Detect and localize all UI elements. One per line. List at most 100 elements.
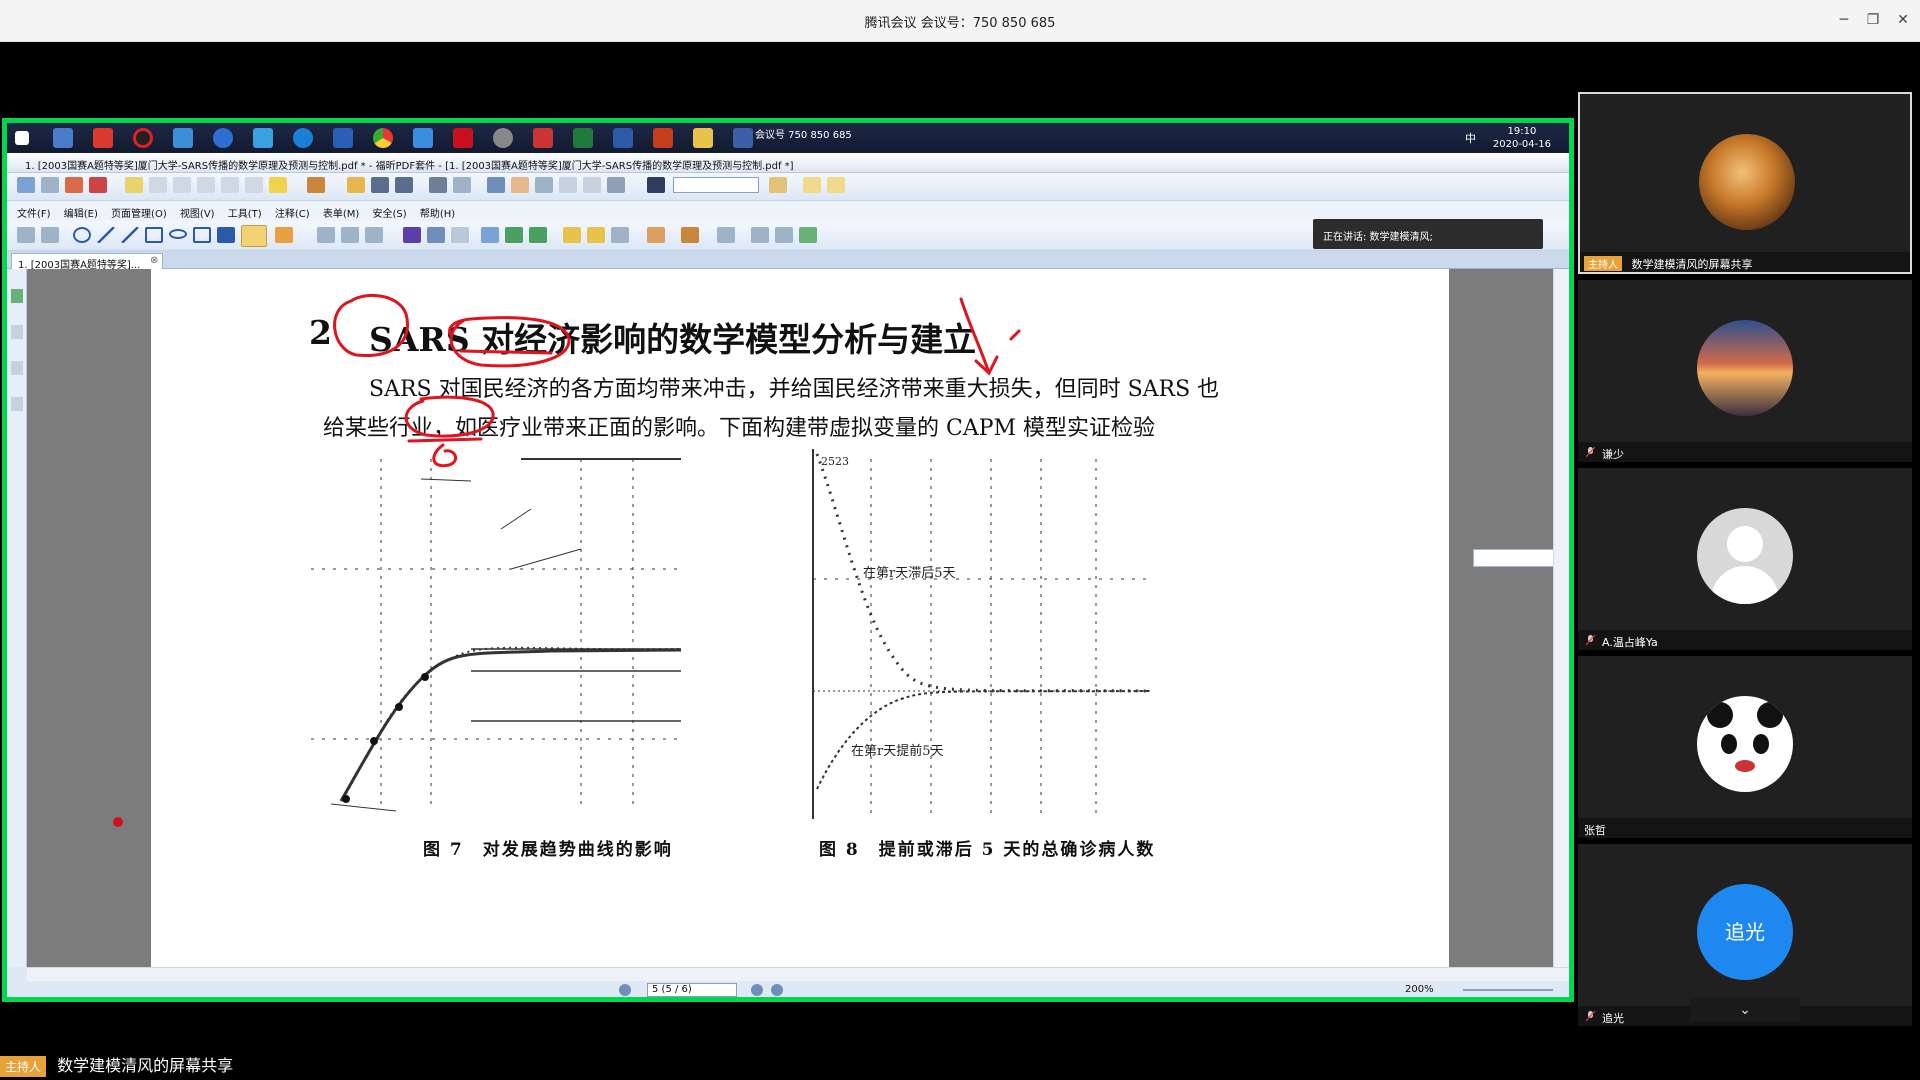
word-icon[interactable]: [613, 128, 633, 148]
app-icon[interactable]: [173, 128, 193, 148]
print-icon[interactable]: [429, 177, 447, 193]
toolbar-icon[interactable]: [827, 177, 845, 193]
toolbar-icon[interactable]: [487, 177, 505, 193]
eraser-tool-icon[interactable]: [275, 227, 293, 243]
windows-start-icon[interactable]: [15, 131, 29, 145]
last-page-icon[interactable]: [771, 984, 783, 996]
ellipse-tool-icon[interactable]: [169, 229, 187, 239]
zoom-tool-icon[interactable]: [535, 177, 553, 193]
ie-icon[interactable]: [293, 128, 313, 148]
toolbar-icon[interactable]: [529, 227, 547, 243]
pdf-page[interactable]: 2 SARS 对经济影响的数学模型分析与建立 SARS 对国民经济的各方面均带来…: [151, 269, 1449, 967]
menu-page[interactable]: 页面管理(O): [111, 205, 167, 220]
find-icon[interactable]: [647, 177, 665, 193]
meeting-icon[interactable]: [733, 128, 753, 148]
participant-card[interactable]: A.温占峰Ya: [1578, 468, 1912, 650]
toolbar-icon[interactable]: [403, 227, 421, 243]
redo-icon[interactable]: [451, 227, 469, 243]
save-all-icon[interactable]: [395, 177, 413, 193]
select-tool-icon[interactable]: [559, 177, 577, 193]
line-tool-icon[interactable]: [121, 227, 139, 243]
toolbar-icon[interactable]: [775, 227, 793, 243]
expand-chevron-down-icon[interactable]: ⌄: [1690, 998, 1800, 1022]
taskbar-clock[interactable]: 19:10 2020-04-16: [1493, 125, 1551, 151]
text-tool-icon[interactable]: [173, 177, 191, 193]
toolbar-icon[interactable]: [583, 177, 601, 193]
menu-view[interactable]: 视图(V): [180, 205, 215, 220]
toolbar-icon[interactable]: [751, 227, 769, 243]
arrow-tool-icon[interactable]: [97, 227, 115, 243]
toolbar-icon[interactable]: [17, 227, 35, 243]
excel-icon[interactable]: [573, 128, 593, 148]
measure-tool-icon[interactable]: [317, 227, 335, 243]
toolbar-icon[interactable]: [647, 227, 665, 243]
document-tab[interactable]: 1. [2003国赛A题特等奖]... ⊗: [11, 253, 164, 271]
menu-edit[interactable]: 编辑(E): [64, 205, 98, 220]
menu-form[interactable]: 表单(M): [323, 205, 359, 220]
app-icon[interactable]: [253, 128, 273, 148]
toolbar-icon[interactable]: [41, 227, 59, 243]
toolbar-icon[interactable]: [803, 177, 821, 193]
toolbar-icon[interactable]: [65, 177, 83, 193]
toolbar-icon[interactable]: [505, 227, 523, 243]
measure-tool-icon[interactable]: [341, 227, 359, 243]
acrobat-icon[interactable]: [453, 128, 473, 148]
participant-card[interactable]: 张哲: [1578, 656, 1912, 838]
toolbar-icon[interactable]: [563, 227, 581, 243]
pencil-tool-icon[interactable]: [241, 225, 267, 247]
toolbar-icon[interactable]: [769, 177, 787, 193]
browser-icon[interactable]: [213, 128, 233, 148]
minimize-button[interactable]: ─: [1833, 10, 1855, 30]
app-icon[interactable]: [333, 128, 353, 148]
toolbar-icon[interactable]: [453, 177, 471, 193]
menu-tools[interactable]: 工具(T): [228, 205, 262, 220]
app-icon[interactable]: [493, 128, 513, 148]
horizontal-scrollbar[interactable]: [27, 967, 1569, 981]
folder-icon[interactable]: [693, 128, 713, 148]
page-number-field[interactable]: 5 (5 / 6): [647, 983, 737, 997]
menu-file[interactable]: 文件(F): [17, 205, 51, 220]
undo-icon[interactable]: [427, 227, 445, 243]
stamp-icon[interactable]: [307, 177, 325, 193]
pages-icon[interactable]: [11, 325, 23, 339]
participant-card[interactable]: 主持人 数学建模清风的屏幕共享: [1578, 92, 1912, 274]
toolbar-icon[interactable]: [799, 227, 817, 243]
menu-help[interactable]: 帮助(H): [420, 205, 455, 220]
toolbar-icon[interactable]: [481, 227, 499, 243]
text-tool-icon[interactable]: [125, 177, 143, 193]
powerpoint-icon[interactable]: [653, 128, 673, 148]
computer-icon[interactable]: [53, 128, 73, 148]
circle-tool-icon[interactable]: [73, 227, 91, 243]
toolbar-icon[interactable]: [717, 227, 735, 243]
hand-tool-icon[interactable]: [511, 177, 529, 193]
toolbar-icon[interactable]: [611, 227, 629, 243]
open-folder-icon[interactable]: [347, 177, 365, 193]
chrome-icon[interactable]: [373, 128, 393, 148]
search-input[interactable]: [673, 177, 759, 193]
ime-indicator[interactable]: 中: [1465, 130, 1476, 146]
toolbar-icon[interactable]: [17, 177, 35, 193]
participant-card[interactable]: 谦少: [1578, 280, 1912, 462]
layers-icon[interactable]: [11, 361, 23, 375]
text-tool-icon[interactable]: [149, 177, 167, 193]
cloud-tool-icon[interactable]: [217, 227, 235, 243]
bookmark-icon[interactable]: [11, 289, 23, 303]
document-area[interactable]: 2 SARS 对经济影响的数学模型分析与建立 SARS 对国民经济的各方面均带来…: [27, 269, 1569, 967]
close-tab-icon[interactable]: ⊗: [150, 255, 158, 266]
app-icon[interactable]: [93, 128, 113, 148]
text-tool-icon[interactable]: [245, 177, 263, 193]
next-page-icon[interactable]: [751, 984, 763, 996]
first-page-icon[interactable]: [619, 984, 631, 996]
toolbar-icon[interactable]: [587, 227, 605, 243]
menu-comment[interactable]: 注释(C): [275, 205, 310, 220]
zoom-slider[interactable]: [1463, 989, 1553, 991]
vertical-scrollbar[interactable]: [1553, 269, 1569, 967]
restore-button[interactable]: ❐: [1862, 10, 1884, 30]
text-tool-icon[interactable]: [221, 177, 239, 193]
app-icon[interactable]: [533, 128, 553, 148]
polygon-tool-icon[interactable]: [193, 227, 211, 243]
text-tool-icon[interactable]: [197, 177, 215, 193]
toolbar-icon[interactable]: [89, 177, 107, 193]
zoom-level[interactable]: 200%: [1405, 984, 1434, 995]
measure-tool-icon[interactable]: [365, 227, 383, 243]
